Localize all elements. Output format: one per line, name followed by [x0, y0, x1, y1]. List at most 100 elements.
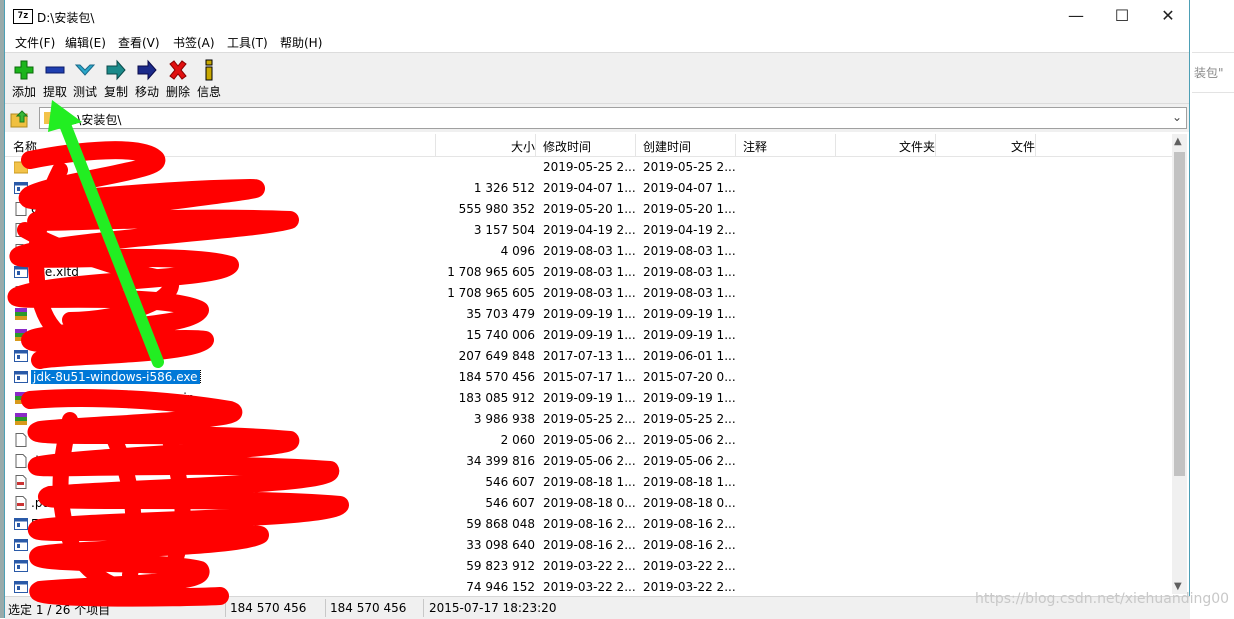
file-modified: 2019-08-16 2...: [543, 538, 635, 552]
file-size: 15 740 006: [466, 328, 535, 342]
file-size: 207 649 848: [458, 349, 535, 363]
file-row[interactable]: 207 649 848 2017-07-13 1... 2019-06-01 1…: [5, 346, 1175, 367]
status-packed-size: 184 570 456: [330, 601, 407, 615]
file-name-text: exe.xltd: [31, 265, 79, 279]
file-name: 8u51-windows-i586.exe.zip: [31, 391, 431, 405]
exe-file-icon: [14, 350, 28, 362]
column-header-0[interactable]: 名称: [13, 138, 37, 155]
file-row[interactable]: 4 096 2019-08-03 1... 2019-08-03 1...: [5, 241, 1175, 262]
file-row[interactable]: 33 098 640 2019-08-16 2... 2019-08-16 2.…: [5, 535, 1175, 556]
path-text: D:\安装包\: [64, 113, 122, 127]
menu-item-2[interactable]: 查看(V): [118, 34, 160, 51]
file-row[interactable]: 35 703 479 2019-09-19 1... 2019-09-19 1.…: [5, 304, 1175, 325]
file-name-text: .pdf: [31, 496, 55, 510]
menu-item-4[interactable]: 工具(T): [227, 34, 268, 51]
file-row[interactable]: 3 157 504 2019-04-19 2... 2019-04-19 2..…: [5, 220, 1175, 241]
chevron-down-icon[interactable]: ⌄: [1172, 110, 1182, 124]
title-bar[interactable]: 7z D:\安装包\ — ☐ ✕: [5, 0, 1189, 32]
watermark-text: https://blog.csdn.net/xiehuanding00: [975, 591, 1230, 607]
file-created: 2019-08-03 1...: [643, 265, 735, 279]
menu-item-3[interactable]: 书签(A): [173, 34, 215, 51]
up-folder-icon[interactable]: [9, 108, 31, 130]
status-selection: 选定 1 / 26 个项目: [8, 603, 111, 617]
file-modified: 2019-04-19 2...: [543, 223, 635, 237]
file-name: -bit.exe.baiduyun: [31, 454, 431, 468]
minimize-button[interactable]: —: [1053, 0, 1099, 32]
toolbar-button-3[interactable]: 复制: [101, 53, 131, 103]
toolbar-button-5[interactable]: 删除: [163, 53, 193, 103]
file-row[interactable]: 59 823 912 2019-03-22 2... 2019-03-22 2.…: [5, 556, 1175, 577]
exe-file-icon: [14, 182, 28, 194]
file-created: 2015-07-20 0...: [643, 370, 735, 384]
file-list-header: 名称 大小 修改时间 创建时间 注释 文件夹 文件: [5, 134, 1175, 157]
file-file-icon: [15, 433, 27, 447]
file-name-text: 8u51-windows-i586.exe.zip: [31, 391, 195, 405]
file-size: 555 980 352: [458, 202, 535, 216]
close-button[interactable]: ✕: [1145, 0, 1191, 32]
scrollbar-thumb[interactable]: [1174, 152, 1185, 476]
exe-file-icon: [14, 518, 28, 530]
file-created: 2019-08-03 1...: [643, 244, 735, 258]
file-modified: 2019-08-03 1...: [543, 265, 635, 279]
toolbar-button-2[interactable]: 测试: [70, 53, 100, 103]
file-row[interactable]: EIE 59 868 048 2019-08-16 2... 2019-08-1…: [5, 514, 1175, 535]
rar-file-icon: [15, 308, 27, 320]
toolbar: 添加 提取 测试 复制 移动 删除 信息: [5, 52, 1189, 104]
file-modified: 2019-08-16 2...: [543, 517, 635, 531]
file-name-text: -bit.exe.baiduyun: [31, 454, 136, 468]
toolbar-label: 信息: [196, 85, 221, 99]
file-row[interactable]: 3 986 938 2019-05-25 2... 2019-05-25 2..…: [5, 409, 1175, 430]
column-header-1[interactable]: 大小: [511, 138, 535, 155]
file-size: 59 868 048: [466, 517, 535, 531]
vertical-scrollbar[interactable]: ▲ ▼: [1172, 134, 1187, 594]
file-row[interactable]: 2 060 2019-05-06 2... 2019-05-06 2...: [5, 430, 1175, 451]
toolbar-button-4[interactable]: 移动: [132, 53, 162, 103]
file-row[interactable]: .pdf 546 607 2019-08-18 0... 2019-08-18 …: [5, 493, 1175, 514]
file-name: exe.xltd: [31, 265, 431, 279]
file-created: 2019-08-18 1...: [643, 475, 735, 489]
column-header-6[interactable]: 文件: [1011, 138, 1035, 155]
column-header-4[interactable]: 注释: [743, 138, 767, 155]
file-name-text: exe.mxdl: [31, 202, 86, 216]
file-row[interactable]: 1 326 512 2019-04-07 1... 2019-04-07 1..…: [5, 178, 1175, 199]
file-name: jdk-8u51-windows-i586.exe: [31, 370, 431, 384]
file-created: 2019-08-03 1...: [643, 286, 735, 300]
column-header-2[interactable]: 修改时间: [543, 138, 591, 155]
file-created: 2019-04-07 1...: [643, 181, 735, 195]
file-list[interactable]: 名称 大小 修改时间 创建时间 注释 文件夹 文件 2019-05-25 2... 2019…: [5, 134, 1175, 594]
path-input[interactable]: D:\安装包\ ⌄: [39, 107, 1187, 129]
file-row[interactable]: 546 607 2019-08-18 1... 2019-08-18 1...: [5, 472, 1175, 493]
file-size: 33 098 640: [466, 538, 535, 552]
file-created: 2019-08-16 2...: [643, 538, 735, 552]
file-file-icon: [15, 286, 27, 300]
toolbar-button-0[interactable]: 添加: [9, 53, 39, 103]
file-row[interactable]: 2019-05-25 2... 2019-05-25 2...: [5, 157, 1175, 178]
file-row[interactable]: 15 740 006 2019-09-19 1... 2019-09-19 1.…: [5, 325, 1175, 346]
file-name-text: jdk-8u51-windows-i586.exe: [31, 370, 201, 384]
scroll-up-arrow-icon[interactable]: ▲: [1174, 136, 1182, 147]
file-size: 1 708 965 605: [447, 286, 535, 300]
file-created: 2019-09-19 1...: [643, 307, 735, 321]
column-header-3[interactable]: 创建时间: [643, 138, 691, 155]
file-row[interactable]: 8u51-windows-i586.exe.zip 183 085 912 20…: [5, 388, 1175, 409]
file-modified: 2019-08-03 1...: [543, 244, 635, 258]
address-bar: D:\安装包\ ⌄: [5, 104, 1189, 132]
toolbar-button-6[interactable]: 信息: [194, 53, 224, 103]
file-row[interactable]: 1 708 965 605 2019-08-03 1... 2019-08-03…: [5, 283, 1175, 304]
column-header-5[interactable]: 文件夹: [899, 138, 935, 155]
menu-item-0[interactable]: 文件(F): [15, 34, 55, 51]
file-created: 2019-08-18 0...: [643, 496, 735, 510]
move-icon: [137, 59, 157, 81]
file-row[interactable]: exe.xltd 1 708 965 605 2019-08-03 1... 2…: [5, 262, 1175, 283]
file-size: 35 703 479: [466, 307, 535, 321]
exe-file-icon: [14, 266, 28, 278]
file-row[interactable]: -bit.exe.baiduyun 34 399 816 2019-05-06 …: [5, 451, 1175, 472]
file-row[interactable]: exe.mxdl 555 980 352 2019-05-20 1... 201…: [5, 199, 1175, 220]
file-size: 183 085 912: [458, 391, 535, 405]
menu-item-5[interactable]: 帮助(H): [280, 34, 322, 51]
file-row[interactable]: jdk-8u51-windows-i586.exe 184 570 456 20…: [5, 367, 1175, 388]
menu-item-1[interactable]: 编辑(E): [65, 34, 106, 51]
file-size: 546 607: [485, 475, 535, 489]
maximize-button[interactable]: ☐: [1099, 0, 1145, 32]
background-text-fragment: 装包": [1194, 66, 1224, 80]
